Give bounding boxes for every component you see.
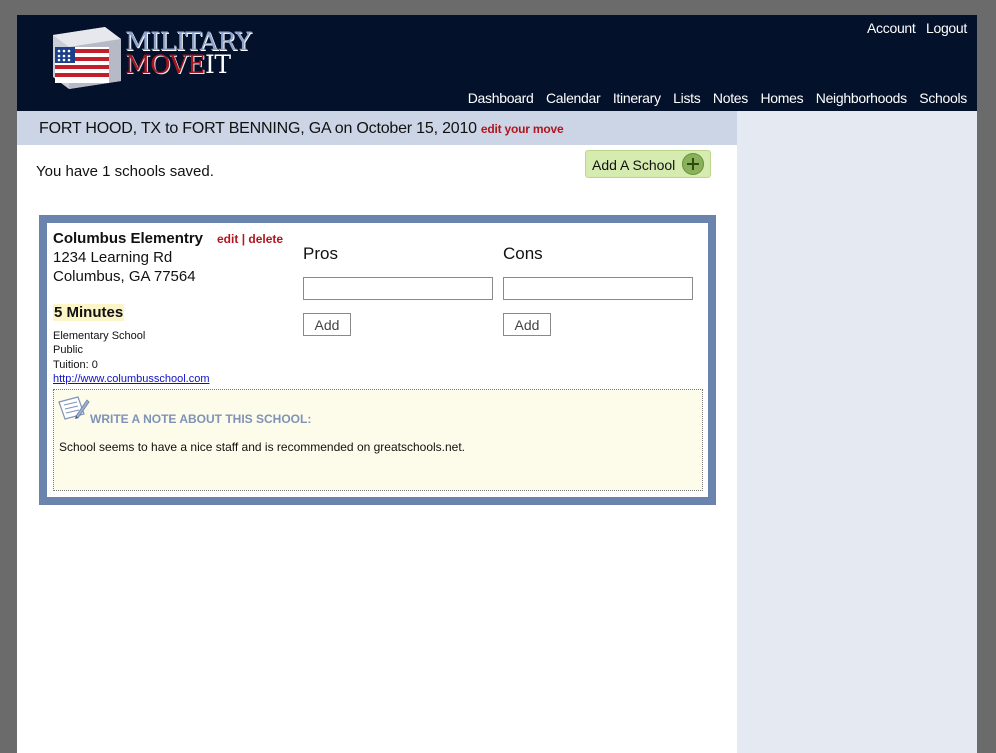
pros-input[interactable] (303, 277, 493, 300)
sidebar (737, 111, 977, 753)
nav-lists[interactable]: Lists (673, 90, 701, 106)
action-separator: | (241, 232, 246, 246)
school-actions: edit | delete (217, 232, 283, 246)
add-pro-button[interactable]: Add (303, 313, 351, 336)
logo-text-it: IT (204, 50, 231, 79)
add-con-button[interactable]: Add (503, 313, 551, 336)
nav-dashboard[interactable]: Dashboard (468, 90, 534, 106)
logout-link[interactable]: Logout (926, 20, 967, 36)
school-card: Columbus Elementry edit | delete 1234 Le… (39, 215, 716, 505)
add-school-button[interactable]: Add A School (585, 150, 711, 178)
main-nav: Dashboard Calendar Itinerary Lists Notes… (460, 90, 968, 108)
school-note-box[interactable]: WRITE A NOTE ABOUT THIS SCHOOL: School s… (53, 389, 703, 491)
school-website-link[interactable]: http://www.columbusschool.com (53, 373, 210, 385)
school-address-line1: 1234 Learning Rd (53, 249, 173, 266)
nav-calendar[interactable]: Calendar (546, 90, 601, 106)
nav-schools[interactable]: Schools (919, 90, 967, 106)
nav-itinerary[interactable]: Itinerary (613, 90, 661, 106)
school-distance: 5 Minutes (53, 304, 125, 321)
school-card-body: Columbus Elementry edit | delete 1234 Le… (47, 223, 708, 497)
account-link[interactable]: Account (867, 20, 916, 36)
nav-neighborhoods[interactable]: Neighborhoods (816, 90, 907, 106)
logo-crate-flag-icon (53, 27, 121, 89)
add-school-label: Add A School (592, 157, 676, 173)
note-pencil-icon (58, 396, 90, 420)
school-type: Elementary School (53, 330, 146, 342)
add-plus-icon (682, 153, 704, 175)
school-sector: Public (53, 344, 83, 356)
school-address-line2: Columbus, GA 77564 (53, 268, 196, 285)
note-text[interactable]: School seems to have a nice staff and is… (59, 440, 465, 454)
edit-school-link[interactable]: edit (217, 232, 238, 246)
nav-notes[interactable]: Notes (713, 90, 748, 106)
cons-input[interactable] (503, 277, 693, 300)
account-nav: Account Logout (861, 20, 967, 38)
move-route-text: FORT HOOD, TX to FORT BENNING, GA on Oct… (39, 120, 477, 137)
site-logo[interactable]: MILITARY MOVEIT (47, 19, 251, 91)
nav-homes[interactable]: Homes (760, 90, 803, 106)
pros-title: Pros (303, 244, 338, 263)
header: MILITARY MOVEIT Account Logout Dashboard… (17, 15, 977, 111)
school-website-row: http://www.columbusschool.com (53, 373, 210, 385)
school-tuition: Tuition: 0 (53, 359, 98, 371)
edit-move-link[interactable]: edit your move (481, 122, 564, 136)
school-name: Columbus Elementry (53, 230, 204, 247)
move-bar: FORT HOOD, TX to FORT BENNING, GA on Oct… (17, 111, 737, 145)
cons-title: Cons (503, 244, 543, 263)
logo-text-moveit: MOVEIT (125, 50, 231, 79)
schools-saved-count: You have 1 schools saved. (36, 163, 214, 180)
logo-text-move: MOVE (125, 50, 205, 79)
move-route: FORT HOOD, TX to FORT BENNING, GA on Oct… (39, 120, 564, 138)
delete-school-link[interactable]: delete (248, 232, 283, 246)
note-title: WRITE A NOTE ABOUT THIS SCHOOL: (90, 412, 312, 426)
page: MILITARY MOVEIT Account Logout Dashboard… (17, 15, 977, 753)
